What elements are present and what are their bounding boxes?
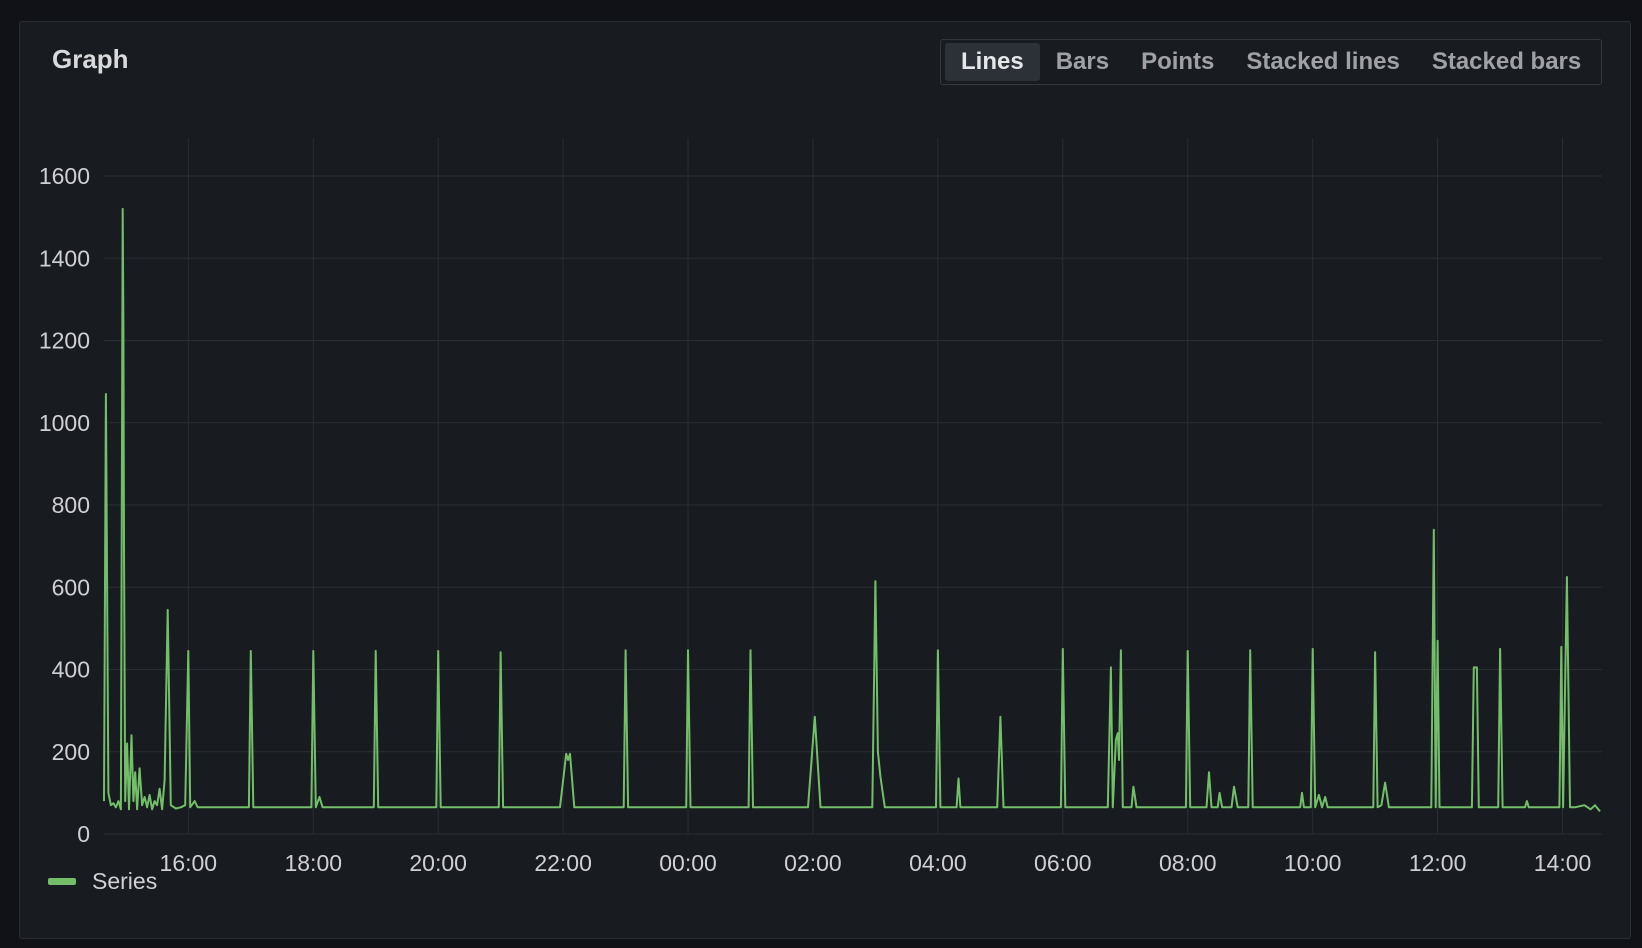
series-layer [103,207,1601,813]
legend[interactable]: Series [48,868,157,895]
y-tick-label: 800 [52,492,90,518]
line-chart: 0 200 400 600 800 1000 1200 1400 1600 16:00 18:00… [39,138,1602,876]
y-tick-label: 200 [52,739,90,765]
y-tick-label: 400 [52,657,90,683]
y-tick-label: 0 [77,821,90,847]
y-axis: 0 200 400 600 800 1000 1200 1400 1600 [39,163,90,847]
x-tick-label: 22:00 [534,850,592,876]
x-tick-label: 08:00 [1159,850,1217,876]
y-tick-label: 1600 [39,163,90,189]
legend-swatch [48,878,76,885]
x-tick-label: 10:00 [1284,850,1342,876]
x-tick-label: 18:00 [284,850,342,876]
x-axis: 16:00 18:00 20:00 22:00 00:00 02:00 04:00 06:00… [160,850,1592,876]
y-tick-label: 1000 [39,410,90,436]
x-tick-label: 00:00 [659,850,717,876]
x-tick-label: 04:00 [909,850,967,876]
x-tick-label: 06:00 [1034,850,1092,876]
y-tick-label: 1400 [39,245,90,271]
y-tick-label: 1200 [39,328,90,354]
series-line [103,207,1601,813]
x-tick-label: 14:00 [1534,850,1592,876]
x-tick-label: 02:00 [784,850,842,876]
legend-label: Series [92,868,158,894]
y-tick-label: 600 [52,574,90,600]
x-tick-label: 12:00 [1409,850,1467,876]
x-tick-label: 20:00 [409,850,467,876]
x-tick-label: 16:00 [160,850,218,876]
